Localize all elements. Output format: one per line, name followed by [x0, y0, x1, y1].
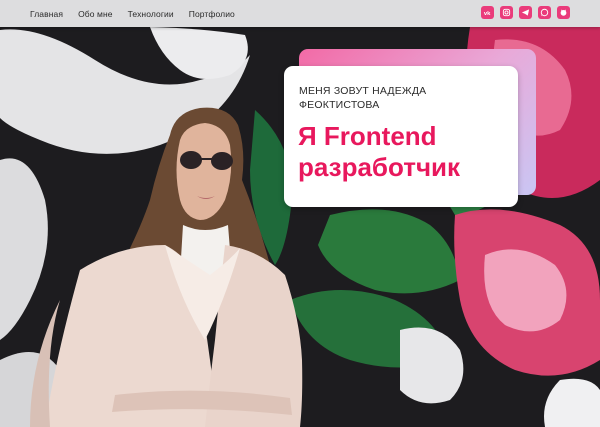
social-links: vk — [481, 6, 570, 19]
svg-text:vk: vk — [484, 11, 491, 17]
main-nav: Главная Обо мне Технологии Портфолио — [30, 0, 250, 27]
intro-title: Я Frontend разработчик — [298, 121, 461, 182]
nav-item-portfolio[interactable]: Портфолио — [189, 9, 235, 19]
intro-subtitle: МЕНЯ ЗОВУТ НАДЕЖДА ФЕОКТИСТОВА — [299, 85, 427, 111]
nav-item-technologies[interactable]: Технологии — [128, 9, 174, 19]
whatsapp-icon[interactable] — [538, 6, 551, 19]
vk-icon[interactable]: vk — [481, 6, 494, 19]
intro-card: МЕНЯ ЗОВУТ НАДЕЖДА ФЕОКТИСТОВА Я Fronten… — [284, 66, 518, 207]
nav-item-home[interactable]: Главная — [30, 9, 63, 19]
nav-item-about[interactable]: Обо мне — [78, 9, 113, 19]
telegram-icon[interactable] — [519, 6, 532, 19]
github-icon[interactable] — [557, 6, 570, 19]
site-header: Главная Обо мне Технологии Портфолио vk — [0, 0, 600, 27]
instagram-icon[interactable] — [500, 6, 513, 19]
